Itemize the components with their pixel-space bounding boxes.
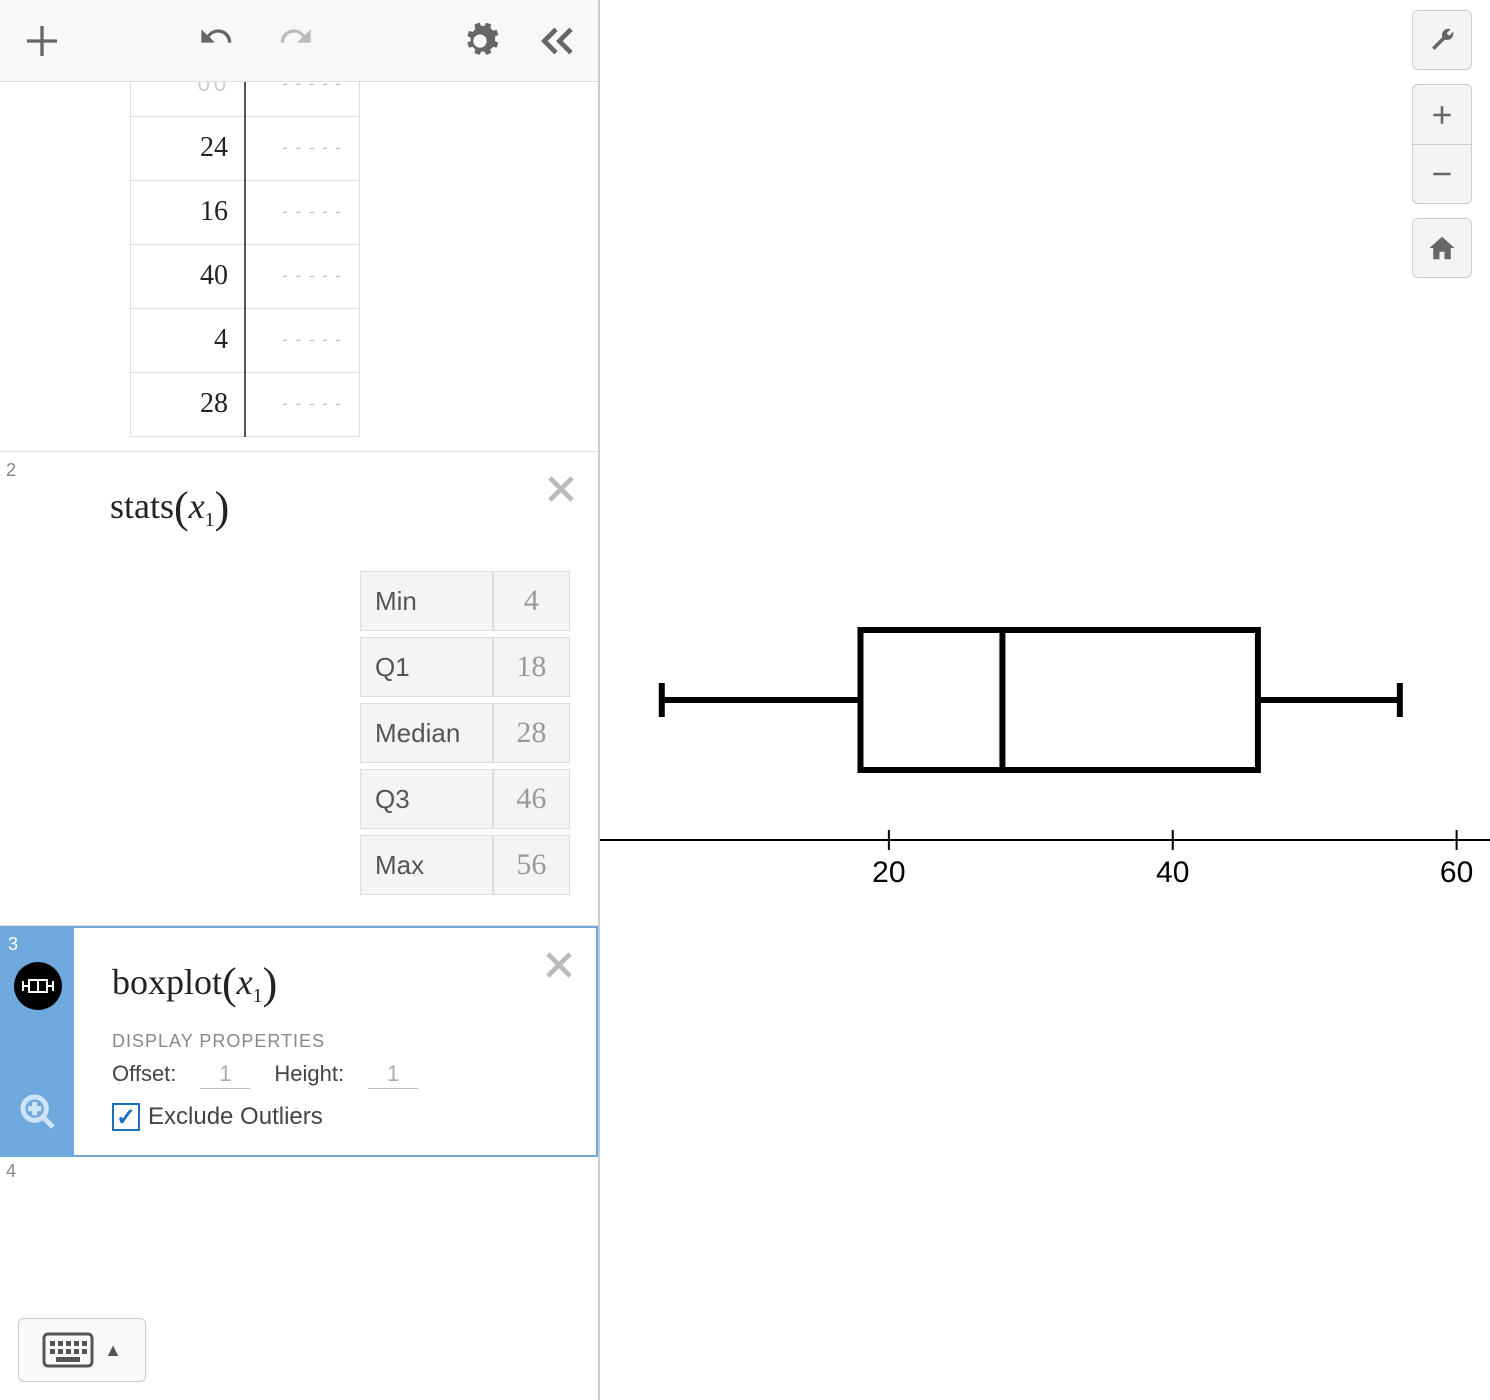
formula[interactable]: stats(x1): [110, 478, 570, 529]
exclude-outliers-label: Exclude Outliers: [148, 1103, 323, 1131]
stat-value: 56: [493, 835, 570, 895]
stat-value: 4: [493, 571, 570, 631]
table-row: ∪∪- - - - -: [131, 82, 360, 116]
delete-row-icon[interactable]: [540, 946, 578, 989]
table-row: 40- - - - -: [131, 244, 360, 308]
svg-text:60: 60: [1440, 856, 1473, 889]
stat-value: 28: [493, 703, 570, 763]
stats-table: Min4 Q118 Median28 Q346 Max56: [360, 565, 570, 901]
collapse-icon[interactable]: [532, 17, 580, 65]
undo-icon[interactable]: [194, 17, 242, 65]
table-row: 24- - - - -: [131, 116, 360, 180]
table-row: 28- - - - -: [131, 372, 360, 436]
boxplot-badge-icon[interactable]: [14, 962, 62, 1010]
stat-label: Q1: [360, 637, 493, 697]
cell-value[interactable]: 4: [131, 308, 246, 372]
zoom-fit-icon[interactable]: [18, 1092, 58, 1137]
svg-text:40: 40: [1156, 856, 1189, 889]
row-index: 2: [6, 460, 16, 481]
expression-row-stats[interactable]: 2 stats(x1) Min4 Q118 Median28 Q346 Max5…: [0, 452, 598, 926]
stat-label: Min: [360, 571, 493, 631]
boxplot-chart: 20 40 60: [600, 0, 1490, 1400]
height-input[interactable]: [368, 1060, 418, 1089]
stat-label: Q3: [360, 769, 493, 829]
expression-row-empty[interactable]: 4: [0, 1157, 598, 1197]
delete-row-icon[interactable]: [542, 470, 580, 513]
table-row: 4- - - - -: [131, 308, 360, 372]
exclude-outliers-checkbox[interactable]: ✓: [112, 1103, 140, 1131]
cell-value[interactable]: 16: [131, 180, 246, 244]
chevron-up-icon: ▲: [104, 1340, 122, 1361]
add-icon[interactable]: [18, 17, 66, 65]
stat-value: 18: [493, 637, 570, 697]
row-index: 3: [8, 934, 18, 955]
stat-value: 46: [493, 769, 570, 829]
keyboard-toggle[interactable]: ▲: [18, 1318, 146, 1382]
redo-icon[interactable]: [270, 17, 318, 65]
expression-panel: ∪∪- - - - - 24- - - - - 16- - - - - 40- …: [0, 0, 600, 1400]
cell-value[interactable]: ∪∪: [131, 82, 246, 116]
offset-label: Offset:: [112, 1061, 176, 1087]
toolbar: [0, 0, 598, 82]
table-row: 16- - - - -: [131, 180, 360, 244]
formula[interactable]: boxplot(x1): [112, 954, 568, 1005]
row-index: 4: [6, 1161, 16, 1182]
data-table[interactable]: ∪∪- - - - - 24- - - - - 16- - - - - 40- …: [0, 82, 598, 452]
svg-text:20: 20: [872, 856, 905, 889]
cell-value[interactable]: 24: [131, 116, 246, 180]
display-properties: DISPLAY PROPERTIES Offset: Height: ✓ Exc…: [112, 1031, 568, 1131]
offset-input[interactable]: [200, 1060, 250, 1089]
cell-value[interactable]: 28: [131, 372, 246, 436]
expression-row-boxplot[interactable]: 3 boxplot(x1) DISPLAY PROPERTIES Offset:…: [0, 926, 598, 1157]
keyboard-icon: [42, 1332, 94, 1368]
stat-label: Max: [360, 835, 493, 895]
graph-area[interactable]: 20 40 60: [600, 0, 1490, 1400]
height-label: Height:: [274, 1061, 344, 1087]
gear-icon[interactable]: [456, 17, 504, 65]
cell-value[interactable]: 40: [131, 244, 246, 308]
display-properties-header: DISPLAY PROPERTIES: [112, 1031, 568, 1052]
stat-label: Median: [360, 703, 493, 763]
